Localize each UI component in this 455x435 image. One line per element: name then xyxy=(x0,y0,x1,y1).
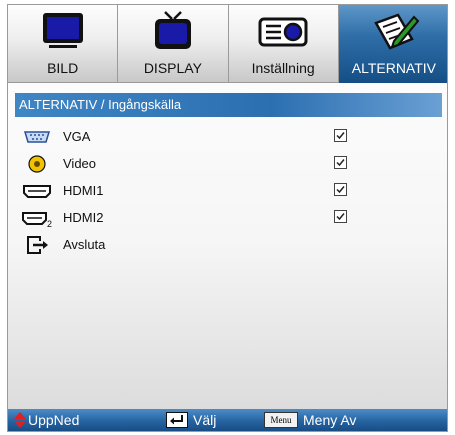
breadcrumb: ALTERNATIV / Ingångskälla xyxy=(15,93,442,117)
tab-installning[interactable]: Inställning xyxy=(228,5,339,83)
menu-item-hdmi1-label: HDMI1 xyxy=(63,183,104,198)
check-icon xyxy=(336,213,345,221)
hdmi2-checkbox[interactable] xyxy=(334,210,347,223)
exit-icon xyxy=(27,236,48,254)
enter-key-icon xyxy=(166,412,188,428)
check-icon xyxy=(336,159,345,167)
check-icon xyxy=(336,132,345,140)
vga-checkbox[interactable] xyxy=(334,129,347,142)
menu-item-hdmi2[interactable]: 2 HDMI2 xyxy=(8,204,447,231)
tab-bild-label: BILD xyxy=(47,60,79,76)
menu-item-video-label: Video xyxy=(63,156,97,171)
tab-alternativ-label: ALTERNATIV xyxy=(351,60,437,76)
menu-item-hdmi1[interactable]: HDMI1 xyxy=(8,177,447,204)
footer-menu-off-label: Meny Av xyxy=(303,412,357,428)
up-down-arrow-icon xyxy=(14,412,26,428)
footer-select-label: Välj xyxy=(193,412,217,428)
menu-item-vga-label: VGA xyxy=(63,129,91,144)
svg-text:2: 2 xyxy=(47,219,52,228)
monitor-icon xyxy=(42,13,83,48)
tab-bild[interactable]: BILD xyxy=(8,5,119,83)
tab-display[interactable]: DISPLAY xyxy=(118,5,229,83)
menu-item-video[interactable]: Video xyxy=(8,150,447,177)
tab-bar: BILD DISPLAY Inställning ALTERNATIV xyxy=(8,5,447,83)
tab-installning-label: Inställning xyxy=(251,60,315,76)
footer-updown-label: UppNed xyxy=(28,412,80,428)
menu-item-vga[interactable]: VGA xyxy=(8,123,447,150)
video-checkbox[interactable] xyxy=(334,156,347,169)
footer-hint-bar: UppNed Välj Menu Meny Av xyxy=(8,409,447,431)
menu-item-avsluta-label: Avsluta xyxy=(63,237,106,252)
menu-item-avsluta[interactable]: Avsluta xyxy=(8,231,447,258)
hdmi2-port-icon: 2 xyxy=(22,212,52,228)
tab-display-label: DISPLAY xyxy=(143,60,202,76)
hdmi-port-icon xyxy=(23,185,51,198)
notepad-pen-icon xyxy=(374,13,420,50)
projector-icon xyxy=(258,17,308,47)
menu-key-icon: Menu xyxy=(264,412,298,428)
menu-item-hdmi2-label: HDMI2 xyxy=(63,210,104,225)
vga-port-icon xyxy=(23,131,51,143)
tv-icon xyxy=(154,11,191,49)
osd-menu: BILD DISPLAY Inställning ALTERNATIV ALTE… xyxy=(7,4,448,432)
check-icon xyxy=(336,186,345,194)
input-source-list: VGA Video HDMI1 2 HDMI2 Avsluta xyxy=(8,123,447,258)
video-rca-icon xyxy=(28,155,46,173)
tab-alternativ[interactable]: ALTERNATIV xyxy=(338,5,447,83)
hdmi1-checkbox[interactable] xyxy=(334,183,347,196)
